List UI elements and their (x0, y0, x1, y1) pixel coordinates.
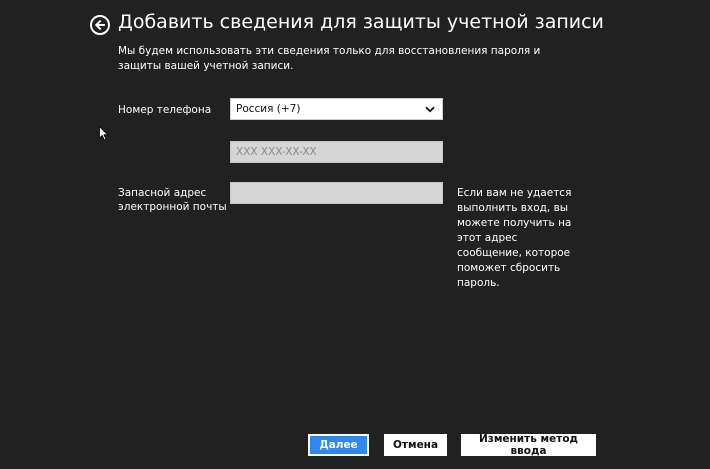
email-label: Запасной адрес электронной почты (118, 187, 227, 213)
page-description: Мы будем использовать эти сведения тольк… (118, 45, 541, 72)
country-select-value: Россия (+7) (236, 103, 301, 115)
mouse-pointer-icon (99, 126, 109, 141)
country-code-select[interactable]: Россия (+7) (230, 98, 443, 120)
back-arrow-icon (94, 19, 105, 31)
chevron-down-icon (425, 106, 435, 112)
backup-email-input[interactable] (230, 182, 443, 204)
phone-label: Номер телефона (118, 104, 212, 116)
security-info-page: Добавить сведения для защиты учетной зап… (0, 0, 710, 469)
next-button[interactable]: Далее (308, 434, 369, 456)
cancel-button[interactable]: Отмена (384, 434, 447, 456)
phone-number-input[interactable] (230, 141, 443, 163)
email-hint-text: Если вам не удается выполнить вход, вы м… (457, 187, 572, 289)
change-input-method-button[interactable]: Изменить метод ввода (461, 433, 596, 457)
page-title: Добавить сведения для защиты учетной зап… (118, 11, 604, 33)
back-button[interactable] (90, 15, 110, 35)
